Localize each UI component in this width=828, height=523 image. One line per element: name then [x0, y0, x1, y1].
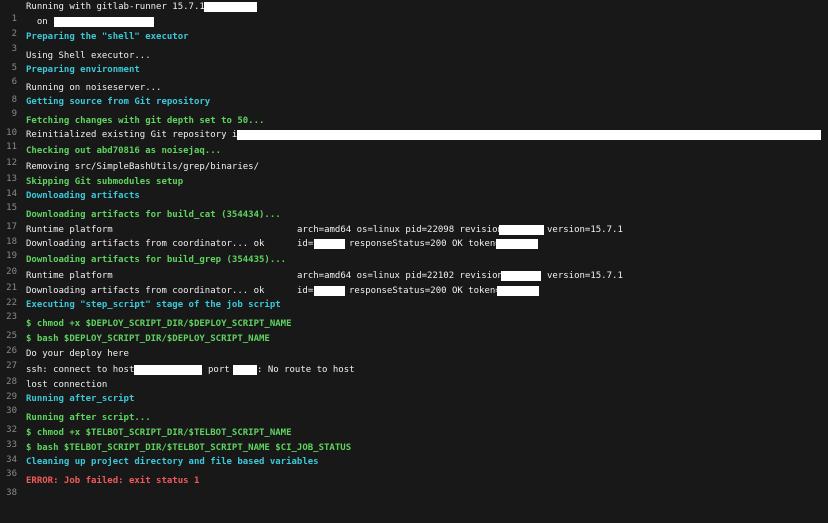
- log-field: : No route to host: [257, 365, 355, 375]
- log-text: $ bash $DEPLOY_SCRIPT_DIR/$DEPLOY_SCRIPT…: [26, 334, 270, 344]
- log-line: 22 Downloading artifacts from coordinato…: [0, 285, 539, 308]
- log-line: 28 ssh: connect to host port : No route …: [0, 364, 355, 387]
- log-text: Downloading artifacts for build_cat (354…: [26, 210, 281, 220]
- log-line: 33 $ chmod +x $TELBOT_SCRIPT_DIR/$TELBOT…: [0, 427, 291, 450]
- log-text: Runtime platform: [26, 271, 113, 281]
- log-text: Downloading artifacts from coordinator..…: [26, 239, 265, 249]
- log-text: Runtime platform: [26, 225, 113, 235]
- log-field: responseStatus=200 OK token=: [349, 239, 501, 249]
- log-text: $ chmod +x $TELBOT_SCRIPT_DIR/$TELBOT_SC…: [26, 428, 292, 438]
- log-text: Using Shell executor...: [26, 51, 151, 61]
- log-text: Downloading artifacts: [26, 191, 140, 201]
- log-text: Getting source from Git repository: [26, 97, 211, 107]
- log-text: Running after_script: [26, 394, 135, 404]
- log-line: 2 on: [0, 16, 154, 39]
- log-line: 14 Skipping Git submodules setup: [0, 176, 183, 199]
- log-text: Executing "step_script" stage of the job…: [26, 300, 281, 310]
- log-line: 25 $ chmod +x $DEPLOY_SCRIPT_DIR/$DEPLOY…: [0, 318, 291, 341]
- log-text: Checking out abd70816 as noisejaq...: [26, 146, 222, 156]
- log-field: version=15.7.1: [547, 225, 623, 235]
- log-field: version=15.7.1: [547, 271, 623, 281]
- log-text: Running after script...: [26, 413, 151, 423]
- log-field: id=: [297, 286, 314, 296]
- line-number[interactable]: 38: [0, 487, 17, 499]
- log-text: Cleaning up project directory and file b…: [26, 457, 319, 467]
- log-section-header[interactable]: 9 Getting source from Git repository: [0, 96, 211, 119]
- log-text: Running with gitlab-runner 15.7.1: [26, 2, 205, 12]
- log-text: Preparing the "shell" executor: [26, 32, 189, 42]
- log-line: 26 $ bash $DEPLOY_SCRIPT_DIR/$DEPLOY_SCR…: [0, 333, 270, 356]
- log-line: 13 Removing src/SimpleBashUtils/grep/bin…: [0, 161, 259, 184]
- log-section-header[interactable]: 6 Preparing environment: [0, 64, 140, 87]
- redacted-block: [497, 286, 539, 296]
- job-log: 1 Running with gitlab-runner 15.7.1 2 on…: [0, 0, 828, 498]
- redacted-block: [233, 365, 257, 375]
- log-section-header[interactable]: 36 Cleaning up project directory and fil…: [0, 456, 318, 479]
- log-text: lost connection: [26, 380, 108, 390]
- log-field: arch=amd64 os=linux pid=22102 revision=: [297, 271, 509, 281]
- log-text: Downloading artifacts from coordinator..…: [26, 286, 265, 296]
- redacted-block: [204, 2, 257, 12]
- log-section-header[interactable]: 30 Running after_script: [0, 393, 134, 416]
- log-text: ssh: connect to host: [26, 365, 135, 375]
- log-text: $ chmod +x $DEPLOY_SCRIPT_DIR/$DEPLOY_SC…: [26, 319, 292, 329]
- log-line: 38 ERROR: Job failed: exit status 1: [0, 475, 199, 498]
- log-section-header[interactable]: 23 Executing "step_script" stage of the …: [0, 299, 281, 322]
- log-line: 17 Downloading artifacts for build_cat (…: [0, 209, 281, 232]
- log-text: Removing src/SimpleBashUtils/grep/binari…: [26, 162, 259, 172]
- log-text: Skipping Git submodules setup: [26, 177, 184, 187]
- log-section-header[interactable]: 3 Preparing the "shell" executor: [0, 31, 189, 54]
- redacted-block: [499, 225, 544, 235]
- log-text: $ bash $TELBOT_SCRIPT_DIR/$TELBOT_SCRIPT…: [26, 443, 352, 453]
- log-line: 11 Reinitialized existing Git repository…: [0, 129, 821, 152]
- log-field: responseStatus=200 OK token=: [349, 286, 501, 296]
- redacted-block: [237, 130, 821, 140]
- log-line: 18 Runtime platform arch=amd64 os=linux …: [0, 224, 623, 247]
- redacted-block: [134, 365, 202, 375]
- log-line: 12 Checking out abd70816 as noisejaq...: [0, 145, 221, 168]
- log-text: Fetching changes with git depth set to 5…: [26, 116, 265, 126]
- log-line: 19 Downloading artifacts from coordinato…: [0, 238, 538, 261]
- log-line: 5 Using Shell executor...: [0, 50, 151, 73]
- redacted-block: [54, 17, 154, 27]
- log-text: Reinitialized existing Git repository in: [26, 130, 243, 140]
- log-line: 34 $ bash $TELBOT_SCRIPT_DIR/$TELBOT_SCR…: [0, 442, 351, 465]
- log-text: Do your deploy here: [26, 349, 129, 359]
- log-line: 21 Runtime platform arch=amd64 os=linux …: [0, 270, 623, 293]
- error-message: ERROR: Job failed: exit status 1: [26, 476, 200, 486]
- redacted-block: [314, 239, 345, 249]
- redacted-block: [314, 286, 345, 296]
- log-line: 20 Downloading artifacts for build_grep …: [0, 254, 286, 277]
- log-line: 29 lost connection: [0, 379, 107, 402]
- log-text: Running on noiseserver...: [26, 83, 162, 93]
- log-line: 32 Running after script...: [0, 412, 150, 435]
- log-text: Downloading artifacts for build_grep (35…: [26, 255, 287, 265]
- redacted-block: [501, 271, 541, 281]
- log-text: on: [26, 17, 48, 27]
- log-field: arch=amd64 os=linux pid=22098 revision=: [297, 225, 509, 235]
- redacted-block: [496, 239, 538, 249]
- log-line: 8 Running on noiseserver...: [0, 82, 162, 105]
- log-section-header[interactable]: 15 Downloading artifacts: [0, 190, 140, 213]
- log-line: 27 Do your deploy here: [0, 348, 129, 371]
- log-field: port: [208, 365, 230, 375]
- log-line: 1 Running with gitlab-runner 15.7.1: [0, 1, 257, 24]
- log-text: Preparing environment: [26, 65, 140, 75]
- log-field: id=: [297, 239, 314, 249]
- log-line: 10 Fetching changes with git depth set t…: [0, 115, 264, 138]
